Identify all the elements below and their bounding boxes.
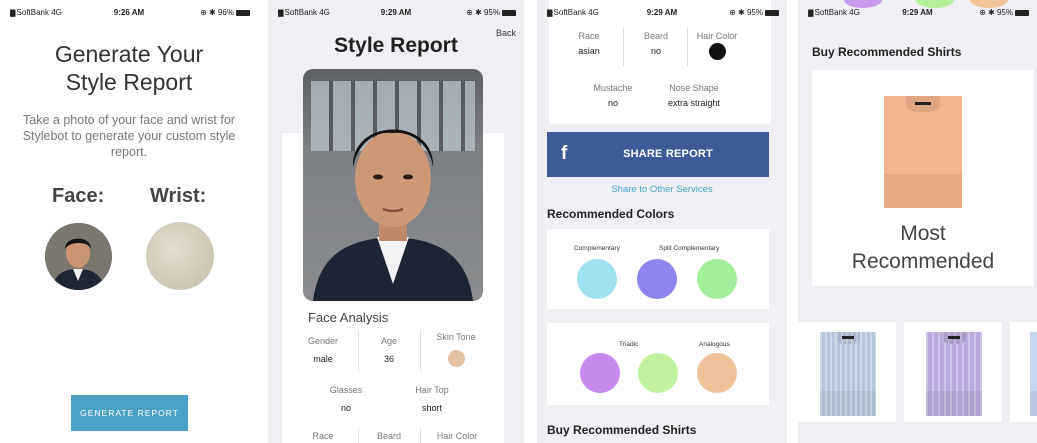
analogous-swatch (697, 353, 737, 393)
status-bar: SoftBank 4G 9:29 AM ⊕ ✱ 95% (268, 0, 524, 20)
skin-tone-field: Skin Tone (432, 332, 480, 369)
face-analysis-heading: Face Analysis (308, 310, 389, 325)
glasses-field: Glasses no (329, 385, 363, 413)
page-title: Style Report (334, 34, 458, 57)
description: Take a photo of your face and wrist for … (22, 113, 236, 159)
color-card-triadic: Triadic Analogous (547, 323, 769, 405)
shirt-thumbnail-1[interactable] (798, 322, 896, 422)
battery-icon (502, 9, 516, 16)
beard-label: Beard (376, 431, 402, 441)
race-label: Race (312, 431, 334, 441)
hair-top-field: Hair Top short (415, 385, 449, 413)
split-complementary-swatch-1 (637, 259, 677, 299)
hair-color-swatch (708, 43, 726, 60)
divider (358, 428, 359, 443)
beard-field: Beard no (643, 31, 669, 56)
triadic-swatch-2 (638, 353, 678, 393)
gender-field: Gender male (307, 336, 339, 364)
divider (623, 28, 624, 66)
divider (420, 331, 421, 371)
status-bar: SoftBank 4G 9:29 AM ⊕ ✱ 95% (537, 0, 787, 20)
age-field: Age 36 (380, 336, 397, 364)
mustache-field: Mustache no (593, 83, 633, 108)
split-complementary-swatch-2 (697, 259, 737, 299)
skin-tone-swatch (447, 350, 465, 367)
shirt-thumbnail-3[interactable] (1010, 322, 1037, 422)
face-photo[interactable] (45, 223, 112, 290)
recommended-colors-heading: Recommended Colors (547, 207, 675, 221)
portrait-photo (303, 69, 483, 301)
hair-color-field: Hair Color (691, 31, 743, 62)
share-report-button[interactable]: f SHARE REPORT (547, 132, 769, 177)
battery: ⊕ ✱ 95% (979, 8, 1029, 17)
shirt-image (884, 96, 962, 208)
most-recommended-card[interactable]: Most Recommended (812, 70, 1034, 286)
divider (420, 428, 421, 443)
shirt-image (1030, 332, 1037, 416)
screen-report-details: SoftBank 4G 9:29 AM ⊕ ✱ 95% Race asian B… (537, 0, 787, 443)
share-other-services-link[interactable]: Share to Other Services (537, 184, 787, 195)
screen-generate: SoftBank 4G 9:26 AM ⊕ ✱ 96% Generate You… (0, 0, 258, 443)
shirt-image (926, 332, 982, 416)
share-report-label: SHARE REPORT (623, 148, 713, 160)
split-complementary-label: Split Complementary (659, 245, 720, 252)
most-recommended-label: Most Recommended (851, 222, 995, 273)
status-bar: SoftBank 4G 9:29 AM ⊕ ✱ 95% (798, 0, 1037, 20)
complementary-label: Complementary (574, 245, 620, 252)
hair-color-label: Hair Color (436, 431, 478, 441)
battery-icon (1015, 9, 1029, 16)
wrist-photo[interactable] (146, 222, 214, 290)
nose-shape-field: Nose Shape extra straight (667, 83, 721, 108)
shirt-image (820, 332, 876, 416)
wrist-label: Wrist: (150, 185, 207, 207)
race-field: Race asian (578, 31, 600, 56)
portrait-image (313, 129, 473, 301)
divider (687, 28, 688, 66)
battery-icon (236, 9, 250, 16)
face-photo-image (45, 223, 112, 290)
page-title: Buy Recommended Shirts (812, 45, 962, 59)
analogous-label: Analogous (699, 341, 730, 348)
battery: ⊕ ✱ 95% (466, 8, 516, 17)
buy-shirts-heading: Buy Recommended Shirts (547, 423, 697, 437)
screen-style-report: SoftBank 4G 9:29 AM ⊕ ✱ 95% Back Style R… (268, 0, 524, 443)
page-title: Generate Your Style Report (54, 41, 204, 95)
complementary-swatch (577, 259, 617, 299)
face-label: Face: (52, 185, 105, 207)
shirt-thumbnail-2[interactable] (904, 322, 1002, 422)
divider (358, 331, 359, 371)
battery-icon (765, 9, 779, 16)
generate-report-button[interactable]: GENERATE REPORT (71, 395, 188, 431)
triadic-label: Triadic (619, 341, 639, 348)
color-card-complementary: Complementary Split Complementary (547, 229, 769, 309)
battery: ⊕ ✱ 96% (200, 8, 250, 17)
battery: ⊕ ✱ 95% (729, 8, 779, 17)
status-bar: SoftBank 4G 9:26 AM ⊕ ✱ 96% (0, 0, 258, 20)
screen-buy-shirts: SoftBank 4G 9:29 AM ⊕ ✱ 95% Buy Recommen… (798, 0, 1037, 443)
triadic-swatch-1 (580, 353, 620, 393)
